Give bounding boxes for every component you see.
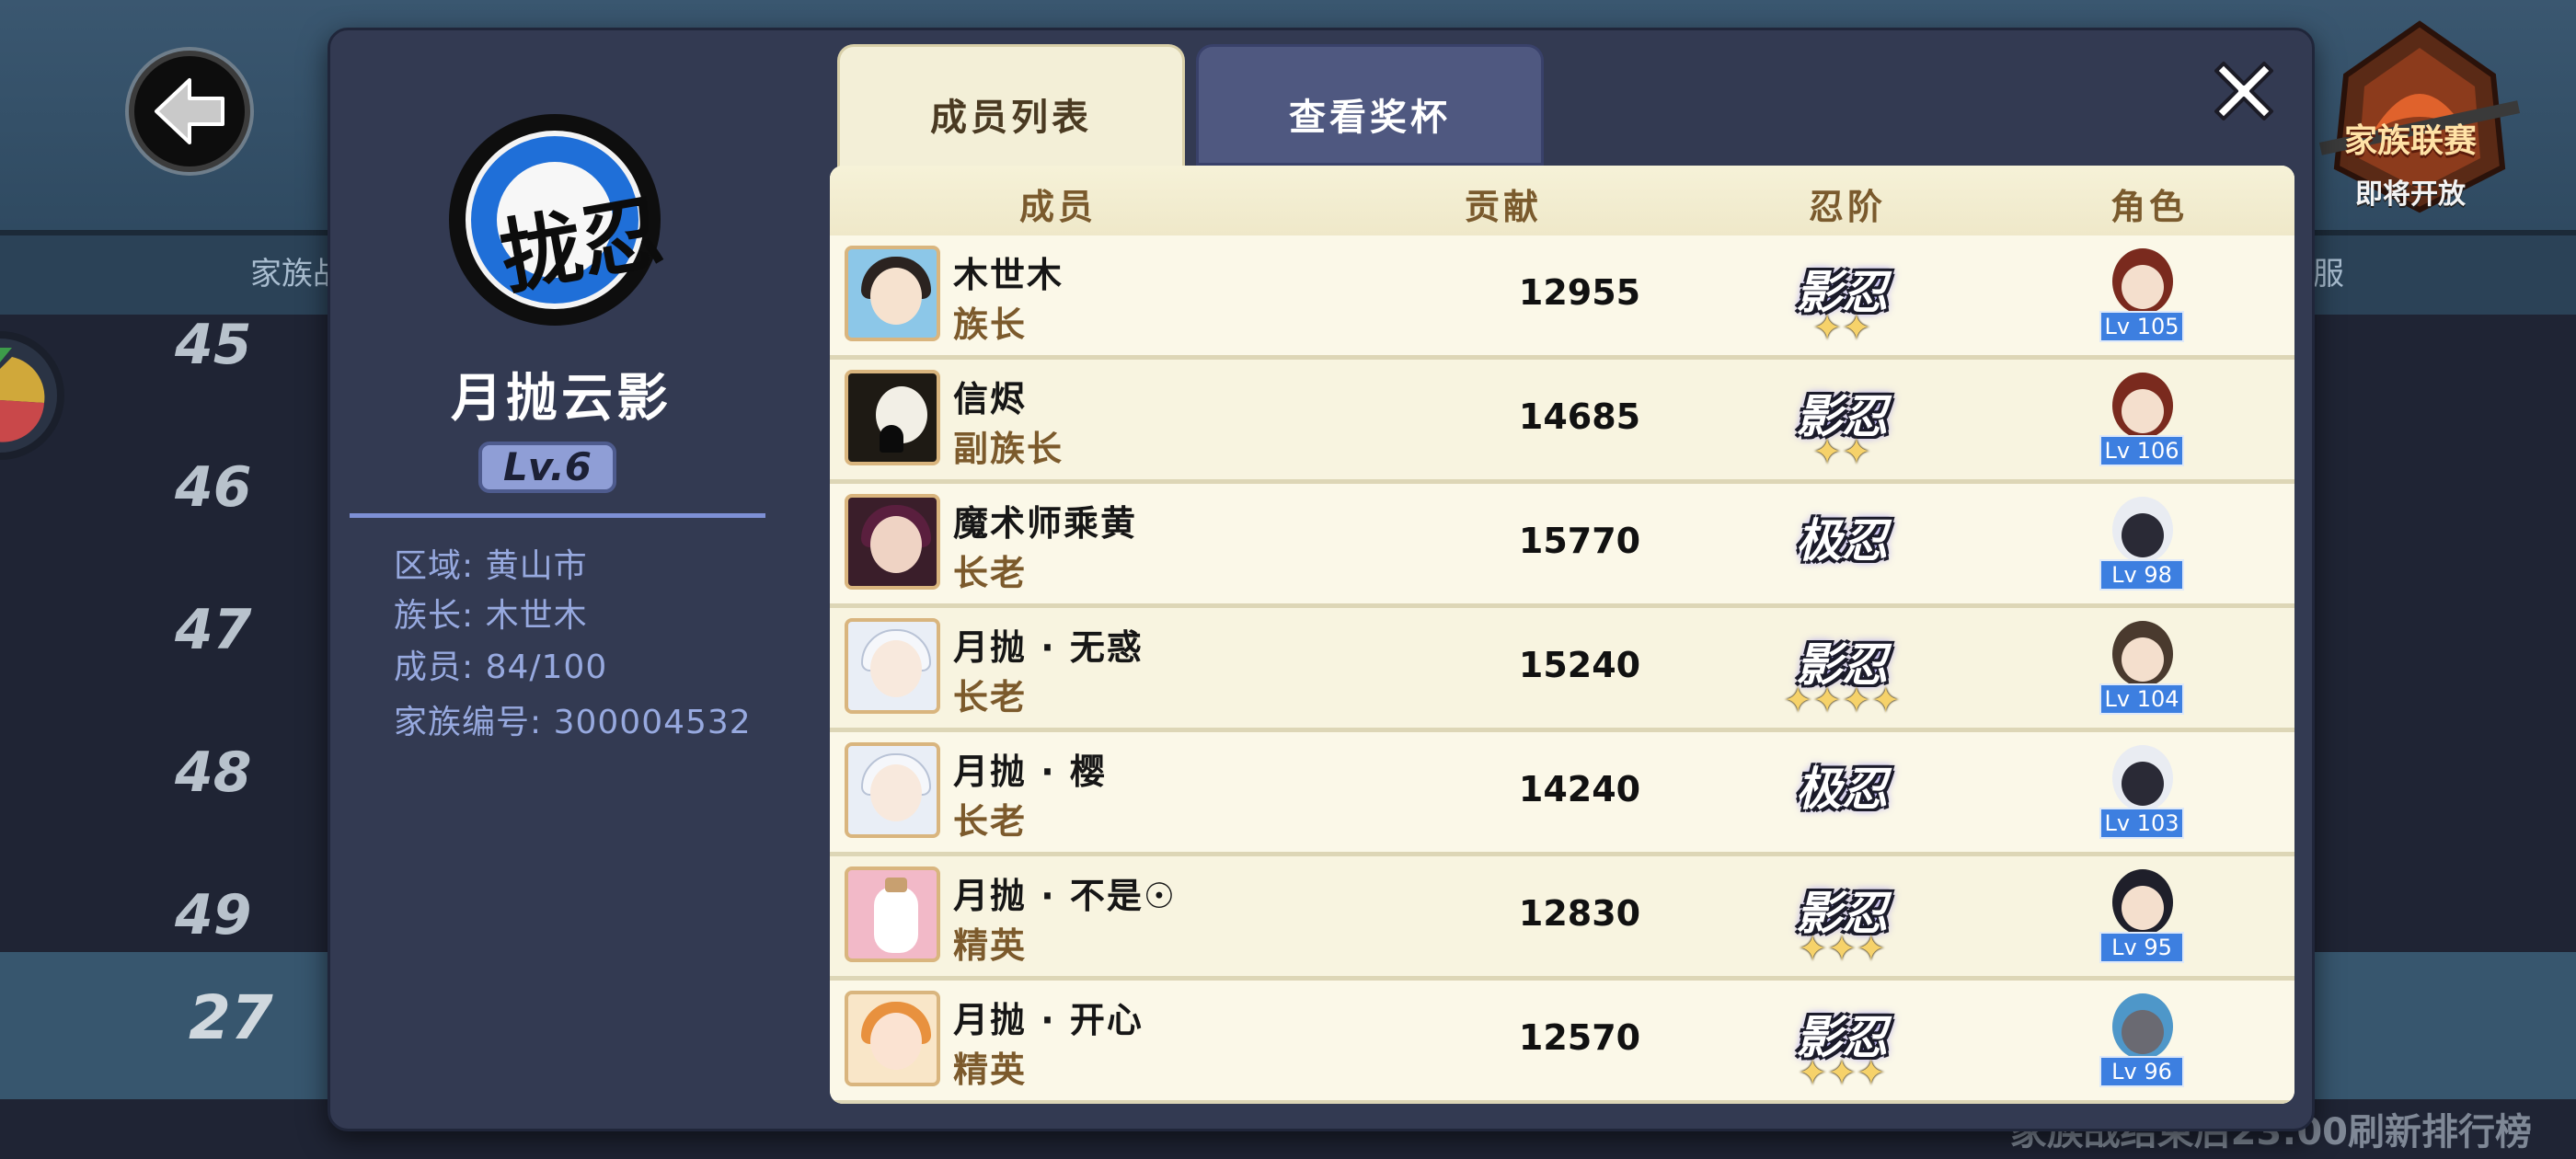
table-row[interactable]: 魔术师乘黄 长老 15770 极忍 Lv 98 (830, 484, 2294, 608)
member-avatar[interactable] (845, 991, 940, 1086)
family-badge: 拢忍 (449, 114, 670, 326)
league-title: 家族联赛 (2343, 122, 2477, 160)
character-avatar[interactable] (2099, 491, 2186, 568)
back-button[interactable] (129, 51, 250, 172)
ninja-rank-badge: 影忍 ✦✦✦✦ (1783, 628, 1900, 720)
ninja-rank-badge: 影忍 ✦✦✦ (1787, 1001, 1897, 1093)
table-row[interactable]: 木世木 族长 12955 影忍 ✦✦ Lv 105 (830, 235, 2294, 360)
rank-stars-icon: ✦✦ (1812, 431, 1871, 472)
character-level: Lv 98 (2099, 559, 2184, 591)
character-level: Lv 105 (2099, 311, 2184, 342)
family-name: 月抛云影 (451, 369, 672, 429)
family-level: Lv.6 (478, 442, 616, 493)
family-leader: 族长: 木世木 (394, 597, 588, 635)
character-avatar[interactable] (2099, 615, 2186, 693)
close-button[interactable] (2203, 51, 2284, 132)
background-rank-48: 48 (175, 740, 252, 805)
member-name: 木世木 (953, 255, 1064, 295)
background-rank-45: 45 (175, 313, 252, 377)
member-name: 月抛 · 无惑 (953, 627, 1144, 668)
header-character: 角色 (2110, 187, 2189, 227)
ninja-rank-text: 极忍 (1796, 513, 1888, 568)
member-title: 长老 (953, 801, 1028, 842)
rank-stars-icon: ✦✦✦ (1798, 928, 1886, 969)
character-avatar[interactable] (2099, 740, 2186, 817)
member-contribution: 12570 (1518, 1017, 1641, 1058)
rank-stars-icon: ✦✦ (1812, 307, 1871, 348)
member-title: 长老 (953, 677, 1028, 717)
member-avatar[interactable] (845, 494, 940, 590)
ninja-rank-badge: 影忍 ✦✦ (1787, 380, 1897, 472)
arrow-left-icon (155, 78, 224, 144)
member-title: 副族长 (953, 429, 1064, 469)
character-avatar[interactable] (2099, 367, 2186, 444)
member-contribution: 15770 (1518, 521, 1641, 561)
member-table: 成员 贡献 忍阶 角色 木世木 族长 12955 影忍 ✦✦ Lv 105 信烬… (830, 166, 2294, 1104)
member-contribution: 15240 (1518, 645, 1641, 685)
league-subtitle: 即将开放 (2355, 178, 2466, 211)
header-member: 成员 (1019, 187, 1098, 227)
member-avatar[interactable] (845, 742, 940, 838)
member-avatar[interactable] (845, 370, 940, 465)
ninja-rank-text: 极忍 (1796, 762, 1888, 816)
background-tab-server[interactable]: 服 (2313, 248, 2344, 293)
member-avatar[interactable] (845, 246, 940, 341)
character-level: Lv 96 (2099, 1056, 2184, 1087)
ninja-rank-badge: 影忍 ✦✦ (1787, 256, 1897, 348)
background-rank-46: 46 (175, 455, 252, 520)
side-menu-wheel[interactable] (0, 331, 64, 460)
tab-member-list[interactable]: 成员列表 (837, 44, 1185, 167)
member-contribution: 12955 (1518, 272, 1641, 313)
member-name: 月抛 · 不是☉ (953, 876, 1177, 916)
table-row[interactable]: 信烬 副族长 14685 影忍 ✦✦ Lv 106 (830, 360, 2294, 484)
pie-wheel-icon (0, 348, 45, 442)
ninja-rank-badge: 极忍 (1787, 752, 1897, 837)
member-contribution: 12830 (1518, 893, 1641, 934)
close-icon (2214, 62, 2273, 120)
family-badge-ring: 拢忍 (466, 131, 670, 309)
member-title: 精英 (953, 1050, 1028, 1090)
character-level: Lv 106 (2099, 435, 2184, 466)
member-name: 信烬 (953, 379, 1028, 419)
member-name: 月抛 · 樱 (953, 752, 1107, 792)
table-row[interactable]: 月抛 · 开心 精英 12570 影忍 ✦✦✦ Lv 96 (830, 981, 2294, 1104)
background-rank-47: 47 (175, 598, 252, 662)
tab-view-trophies[interactable]: 查看奖杯 (1196, 44, 1544, 166)
member-title: 长老 (953, 553, 1028, 593)
table-row[interactable]: 月抛 · 无惑 长老 15240 影忍 ✦✦✦✦ Lv 104 (830, 608, 2294, 732)
family-region: 区域: 黄山市 (394, 547, 588, 585)
ninja-rank-badge: 影忍 ✦✦✦ (1787, 877, 1897, 969)
member-contribution: 14240 (1518, 769, 1641, 809)
table-row[interactable]: 月抛 · 不是☉ 精英 12830 影忍 ✦✦✦ Lv 95 (830, 856, 2294, 981)
header-ninja-rank: 忍阶 (1809, 187, 1887, 227)
table-row[interactable]: 月抛 · 樱 长老 14240 极忍 Lv 103 (830, 732, 2294, 856)
family-id: 家族编号: 300004532 (394, 704, 752, 741)
member-avatar[interactable] (845, 866, 940, 962)
rank-stars-icon: ✦✦✦✦ (1783, 680, 1901, 720)
info-divider (350, 513, 765, 518)
header-contribution: 贡献 (1465, 187, 1543, 227)
table-header: 成员 贡献 忍阶 角色 (830, 166, 2294, 235)
character-level: Lv 95 (2099, 932, 2184, 963)
character-avatar[interactable] (2099, 988, 2186, 1065)
rank-stars-icon: ✦✦✦ (1798, 1052, 1886, 1093)
background-rank-49: 49 (175, 883, 252, 947)
member-title: 族长 (953, 304, 1028, 345)
member-name: 月抛 · 开心 (953, 1000, 1144, 1040)
character-level: Lv 103 (2099, 808, 2184, 839)
family-member-count: 成员: 84/100 (394, 648, 608, 686)
member-contribution: 14685 (1518, 396, 1641, 437)
character-avatar[interactable] (2099, 243, 2186, 320)
my-family-rank: 27 (189, 982, 273, 1053)
member-title: 精英 (953, 925, 1028, 966)
member-avatar[interactable] (845, 618, 940, 714)
character-level: Lv 104 (2099, 683, 2184, 715)
family-badge-inner: 拢忍 (493, 162, 670, 305)
member-name: 魔术师乘黄 (953, 503, 1138, 544)
ninja-rank-badge: 极忍 (1787, 504, 1897, 589)
character-avatar[interactable] (2099, 864, 2186, 941)
